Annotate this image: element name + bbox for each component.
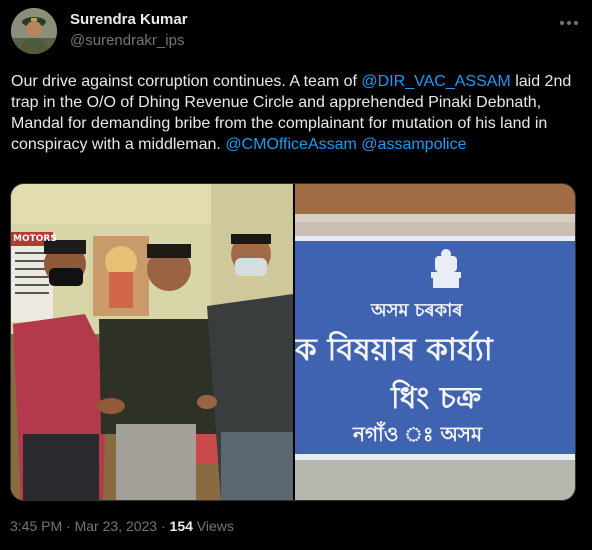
meta-separator: · [62, 518, 75, 534]
tweet-text-segment: Our drive against corruption continues. … [11, 73, 362, 90]
tweet-text: Our drive against corruption continues. … [11, 71, 579, 155]
mention-link[interactable]: @CMOfficeAssam [225, 136, 357, 153]
tweet-meta: 3:45 PM · Mar 23, 2023 · 154 Views [10, 518, 234, 534]
photo-signboard[interactable]: অসম চৰকাৰ ক বিষয়াৰ কাৰ্য্যা ধিং চক্ৰ নগ… [295, 184, 575, 500]
calendar-label: MOTORS [13, 234, 57, 244]
views-count[interactable]: 154 [170, 518, 193, 534]
media-grid: MOTORS অসম চৰকাৰ ক বিষয়াৰ কাৰ্য্যা ধিং … [10, 183, 576, 501]
photo-arrest[interactable]: MOTORS [11, 184, 293, 500]
sign-line-3: ধিং চক্ৰ [391, 381, 482, 416]
tweet-time[interactable]: 3:45 PM [10, 518, 62, 534]
author-handle[interactable]: @surendrakr_ips [70, 32, 184, 49]
author-name[interactable]: Surendra Kumar [70, 11, 188, 28]
tweet: Surendra Kumar @surendrakr_ips Our drive… [0, 0, 592, 550]
sign-line-1: অসম চৰকাৰ [371, 300, 463, 321]
avatar[interactable] [11, 8, 57, 54]
photo-arrest-image [11, 184, 293, 500]
sign-line-4: নগাঁও ঃ অসম [353, 422, 483, 446]
mention-link[interactable]: @assampolice [361, 136, 466, 153]
mention-link[interactable]: @DIR_VAC_ASSAM [361, 73, 510, 90]
views-label: Views [192, 518, 234, 534]
avatar-image [11, 8, 57, 54]
meta-separator: · [157, 518, 170, 534]
more-button[interactable] [554, 8, 584, 38]
tweet-date[interactable]: Mar 23, 2023 [75, 518, 158, 534]
more-horizontal-icon [560, 21, 578, 25]
sign-line-2: ক বিষয়াৰ কাৰ্য্যা [295, 332, 493, 368]
